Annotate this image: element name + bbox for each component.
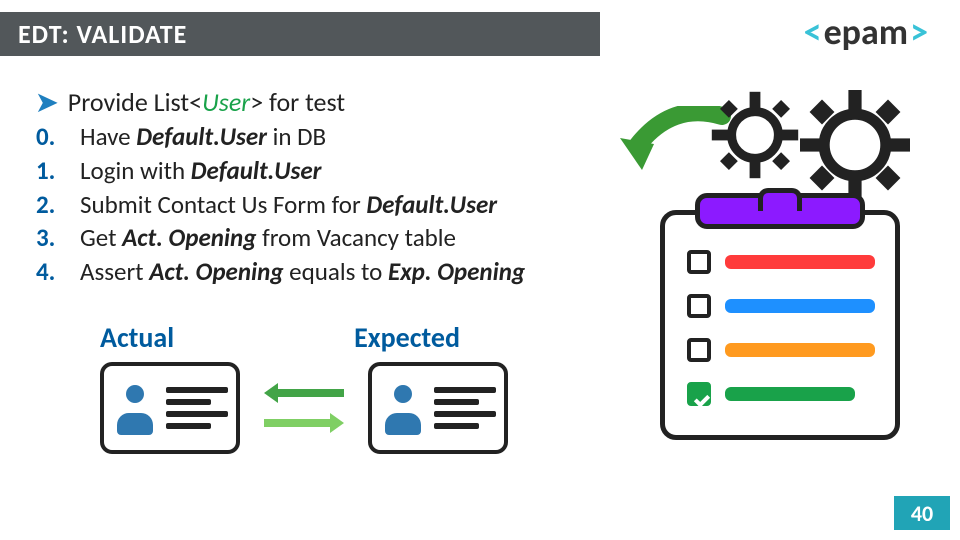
bullet-post: > for test bbox=[250, 86, 345, 118]
bullet-pre: Provide List< bbox=[68, 86, 202, 118]
clip-item-3 bbox=[687, 337, 875, 363]
gears-icon bbox=[710, 90, 910, 200]
card-lines-icon bbox=[166, 387, 228, 429]
step-row: 2. Submit Contact Us Form for Default.Us… bbox=[36, 188, 596, 222]
id-card-expected bbox=[368, 362, 508, 454]
id-card-actual bbox=[100, 362, 240, 454]
slide-title: EDT: VALIDATE bbox=[18, 18, 187, 50]
step-row: 1. Login with Default.User bbox=[36, 154, 596, 188]
clipboard-icon bbox=[660, 210, 900, 440]
step-text: Have Default.User in DB bbox=[80, 120, 596, 154]
step-number: 1. bbox=[36, 154, 80, 188]
step-text: Login with Default.User bbox=[80, 154, 596, 188]
step-row: 3. Get Act. Opening from Vacancy table bbox=[36, 221, 596, 255]
step-row: 4. Assert Act. Opening equals to Exp. Op… bbox=[36, 255, 596, 289]
steps-list: 0. Have Default.User in DB 1. Login with… bbox=[36, 120, 596, 289]
compare-labels: Actual Expected bbox=[100, 320, 460, 355]
avatar-icon bbox=[112, 379, 158, 437]
compare-graphic bbox=[100, 362, 508, 454]
step-row: 0. Have Default.User in DB bbox=[36, 120, 596, 154]
clip-item-1 bbox=[687, 249, 875, 275]
actual-label: Actual bbox=[100, 320, 174, 355]
swap-arrows-icon bbox=[264, 381, 344, 435]
card-lines-icon bbox=[434, 387, 496, 429]
epam-logo: < epam > bbox=[802, 10, 930, 54]
slide-title-bar: EDT: VALIDATE bbox=[0, 12, 600, 56]
step-number: 4. bbox=[36, 255, 80, 289]
page-number: 40 bbox=[894, 496, 950, 530]
checklist-graphic bbox=[620, 100, 920, 440]
clip-item-2 bbox=[687, 293, 875, 319]
bullet-heading: ➤ Provide List<User> for test bbox=[36, 86, 345, 118]
angle-left-icon: < bbox=[804, 10, 822, 54]
angle-right-icon: > bbox=[910, 10, 928, 54]
step-text: Get Act. Opening from Vacancy table bbox=[80, 221, 596, 255]
step-text: Submit Contact Us Form for Default.User bbox=[80, 188, 596, 222]
avatar-icon bbox=[380, 379, 426, 437]
expected-label: Expected bbox=[354, 320, 460, 355]
clipboard-tab bbox=[695, 193, 865, 229]
logo-text: epam bbox=[824, 10, 909, 54]
step-number: 2. bbox=[36, 188, 80, 222]
clip-item-4-checked bbox=[687, 381, 855, 407]
step-text: Assert Act. Opening equals to Exp. Openi… bbox=[80, 255, 596, 289]
bullet-generic: User bbox=[202, 86, 250, 118]
chevron-right-icon: ➤ bbox=[36, 86, 58, 118]
step-number: 0. bbox=[36, 120, 80, 154]
step-number: 3. bbox=[36, 221, 80, 255]
